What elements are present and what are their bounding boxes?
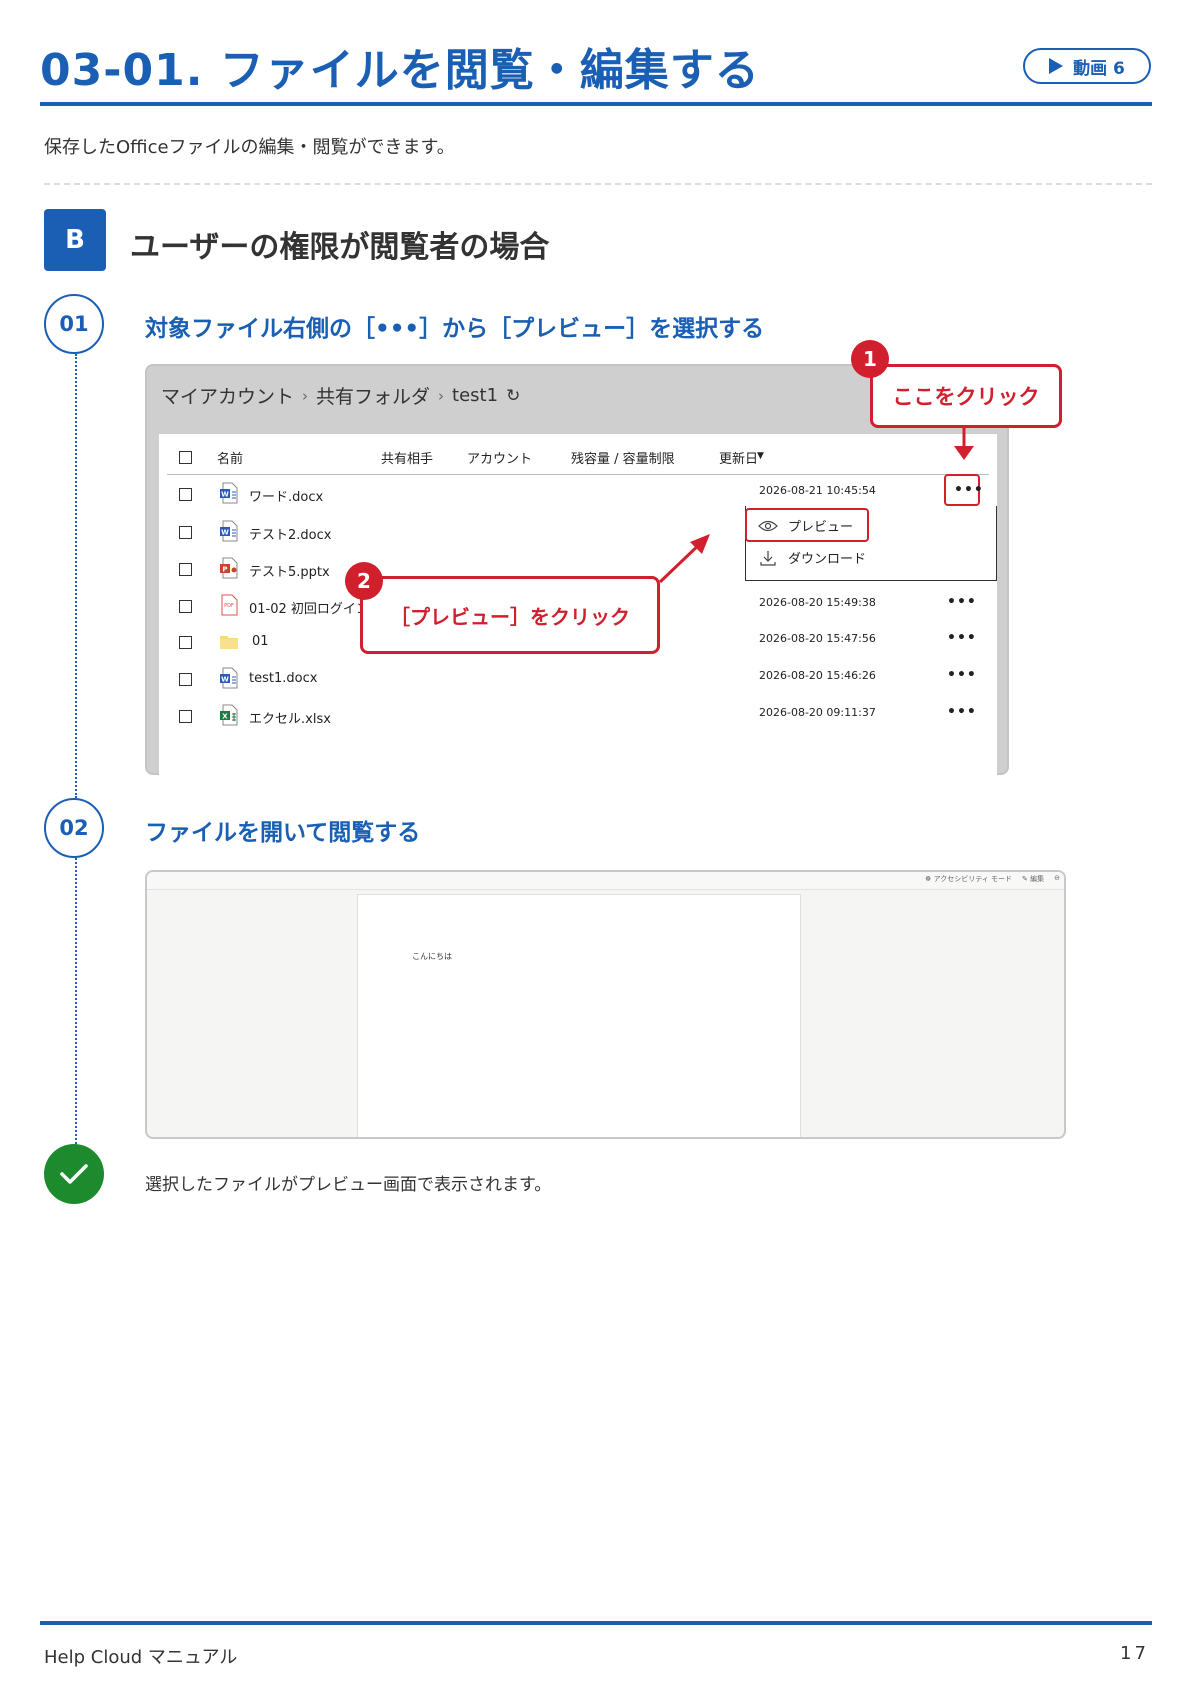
footer-divider: [40, 1621, 1152, 1625]
menu-item-download[interactable]: ダウンロード: [758, 548, 866, 567]
section-badge: B: [44, 209, 106, 271]
page-number: 17: [1120, 1643, 1149, 1664]
step-title: ファイルを開いて閲覧する: [145, 820, 421, 846]
file-date: 2026-08-20 09:11:37: [759, 706, 876, 719]
video-button[interactable]: 動画 6: [1023, 48, 1151, 84]
file-name[interactable]: test1.docx: [249, 671, 317, 686]
powerpoint-file-icon: P: [220, 557, 238, 579]
row-checkbox[interactable]: [179, 526, 192, 539]
refresh-icon[interactable]: ↻: [506, 386, 520, 406]
file-date: 2026-08-21 10:45:54: [759, 484, 876, 497]
footer-title: Help Cloud マニュアル: [44, 1647, 238, 1668]
preview-toolbar: ☸ アクセシビリティ モード ✎ 編集 ⊖: [147, 872, 1064, 890]
svg-text:W: W: [221, 529, 229, 537]
step-title: 対象ファイル右側の［•••］から［プレビュー］を選択する: [145, 316, 765, 342]
timeline-line: [75, 354, 77, 798]
file-name[interactable]: 01: [252, 634, 269, 649]
table-header: 名前 共有相手 アカウント 残容量 / 容量制限 更新日 ▼: [159, 444, 997, 472]
file-name[interactable]: テスト5.pptx: [249, 561, 330, 580]
row-checkbox[interactable]: [179, 673, 192, 686]
svg-text:PDF: PDF: [224, 603, 234, 609]
column-header[interactable]: アカウント: [467, 448, 532, 467]
callout-text: ここをクリック: [892, 385, 1040, 409]
check-icon: [44, 1144, 104, 1204]
folder-icon: [220, 636, 238, 649]
file-name[interactable]: 01-02 初回ログイン: [249, 598, 369, 617]
svg-text:W: W: [221, 676, 229, 684]
more-options-icon[interactable]: •••: [947, 594, 977, 610]
svg-text:W: W: [221, 491, 229, 499]
intro-text: 保存したOfficeファイルの編集・閲覧ができます。: [44, 137, 455, 158]
toolbar-label: アクセシビリティ モード: [933, 875, 1013, 883]
word-file-icon: W: [220, 520, 238, 542]
callout-text: ［プレビュー］をクリック: [390, 604, 630, 629]
more-options-icon: •••: [954, 482, 984, 498]
toolbar-label: 編集: [1030, 875, 1045, 883]
section-title: ユーザーの権限が閲覧者の場合: [130, 230, 550, 265]
title-divider: [40, 102, 1152, 106]
breadcrumb: マイアカウント › 共有フォルダ › test1 ↻: [161, 382, 520, 409]
accessibility-mode-button[interactable]: ☸ アクセシビリティ モード: [925, 874, 1012, 884]
more-options-icon[interactable]: •••: [947, 667, 977, 683]
row-checkbox[interactable]: [179, 636, 192, 649]
file-name[interactable]: テスト2.docx: [249, 524, 331, 543]
section-divider: [44, 183, 1152, 185]
callout-number: 1: [851, 340, 889, 378]
breadcrumb-item[interactable]: マイアカウント: [161, 382, 294, 409]
column-header[interactable]: 残容量 / 容量制限: [571, 448, 675, 467]
svg-text:X: X: [222, 713, 228, 721]
step-number: 01: [44, 294, 104, 354]
column-header[interactable]: 名前: [217, 448, 243, 467]
callout-number: 2: [345, 562, 383, 600]
print-icon[interactable]: ⊖: [1054, 874, 1060, 884]
row-checkbox[interactable]: [179, 710, 192, 723]
download-icon: [760, 550, 776, 566]
row-checkbox[interactable]: [179, 600, 192, 613]
sort-down-icon[interactable]: ▼: [757, 451, 764, 461]
breadcrumb-item[interactable]: 共有フォルダ: [316, 382, 430, 409]
timeline-line: [75, 858, 77, 1144]
preview-highlight: [745, 508, 869, 542]
preview-screenshot: ☸ アクセシビリティ モード ✎ 編集 ⊖ こんにちは: [145, 870, 1066, 1139]
file-name[interactable]: エクセル.xlsx: [249, 708, 331, 727]
more-options-icon[interactable]: •••: [947, 704, 977, 720]
row-checkbox[interactable]: [179, 563, 192, 576]
column-header[interactable]: 共有相手: [381, 448, 433, 467]
document-text: こんにちは: [412, 952, 452, 961]
file-date: 2026-08-20 15:46:26: [759, 669, 876, 682]
row-checkbox[interactable]: [179, 488, 192, 501]
table-row[interactable]: W test1.docx 2026-08-20 15:46:26 •••: [159, 661, 997, 697]
word-file-icon: W: [220, 667, 238, 689]
callout-click-here: ここをクリック: [870, 364, 1062, 428]
table-row[interactable]: X エクセル.xlsx 2026-08-20 09:11:37 •••: [159, 698, 997, 734]
file-date: 2026-08-20 15:49:38: [759, 596, 876, 609]
chevron-right-icon: ›: [302, 386, 309, 405]
svg-text:P: P: [222, 566, 227, 574]
excel-file-icon: X: [220, 704, 238, 726]
file-name[interactable]: ワード.docx: [249, 486, 323, 505]
edit-button[interactable]: ✎ 編集: [1022, 874, 1044, 884]
video-label: 動画 6: [1073, 58, 1125, 79]
play-icon: [1049, 58, 1064, 74]
result-text: 選択したファイルがプレビュー画面で表示されます。: [145, 1175, 552, 1195]
callout-click-preview: ［プレビュー］をクリック: [360, 576, 660, 654]
chevron-right-icon: ›: [438, 386, 445, 405]
breadcrumb-item[interactable]: test1: [452, 385, 498, 406]
more-options-icon[interactable]: •••: [947, 630, 977, 646]
more-options-button[interactable]: •••: [944, 474, 983, 506]
document-page: こんにちは: [357, 894, 801, 1137]
column-header[interactable]: 更新日: [719, 448, 758, 467]
menu-item-label: ダウンロード: [788, 552, 867, 567]
page-title: 03-01. ファイルを閲覧・編集する: [40, 45, 760, 96]
header-divider: [167, 474, 989, 475]
callout-arrow: [954, 428, 974, 460]
step-number: 02: [44, 798, 104, 858]
file-date: 2026-08-20 15:47:56: [759, 632, 876, 645]
select-all-checkbox[interactable]: [179, 451, 192, 464]
pdf-file-icon: PDF: [221, 594, 238, 616]
word-file-icon: W: [220, 482, 238, 504]
